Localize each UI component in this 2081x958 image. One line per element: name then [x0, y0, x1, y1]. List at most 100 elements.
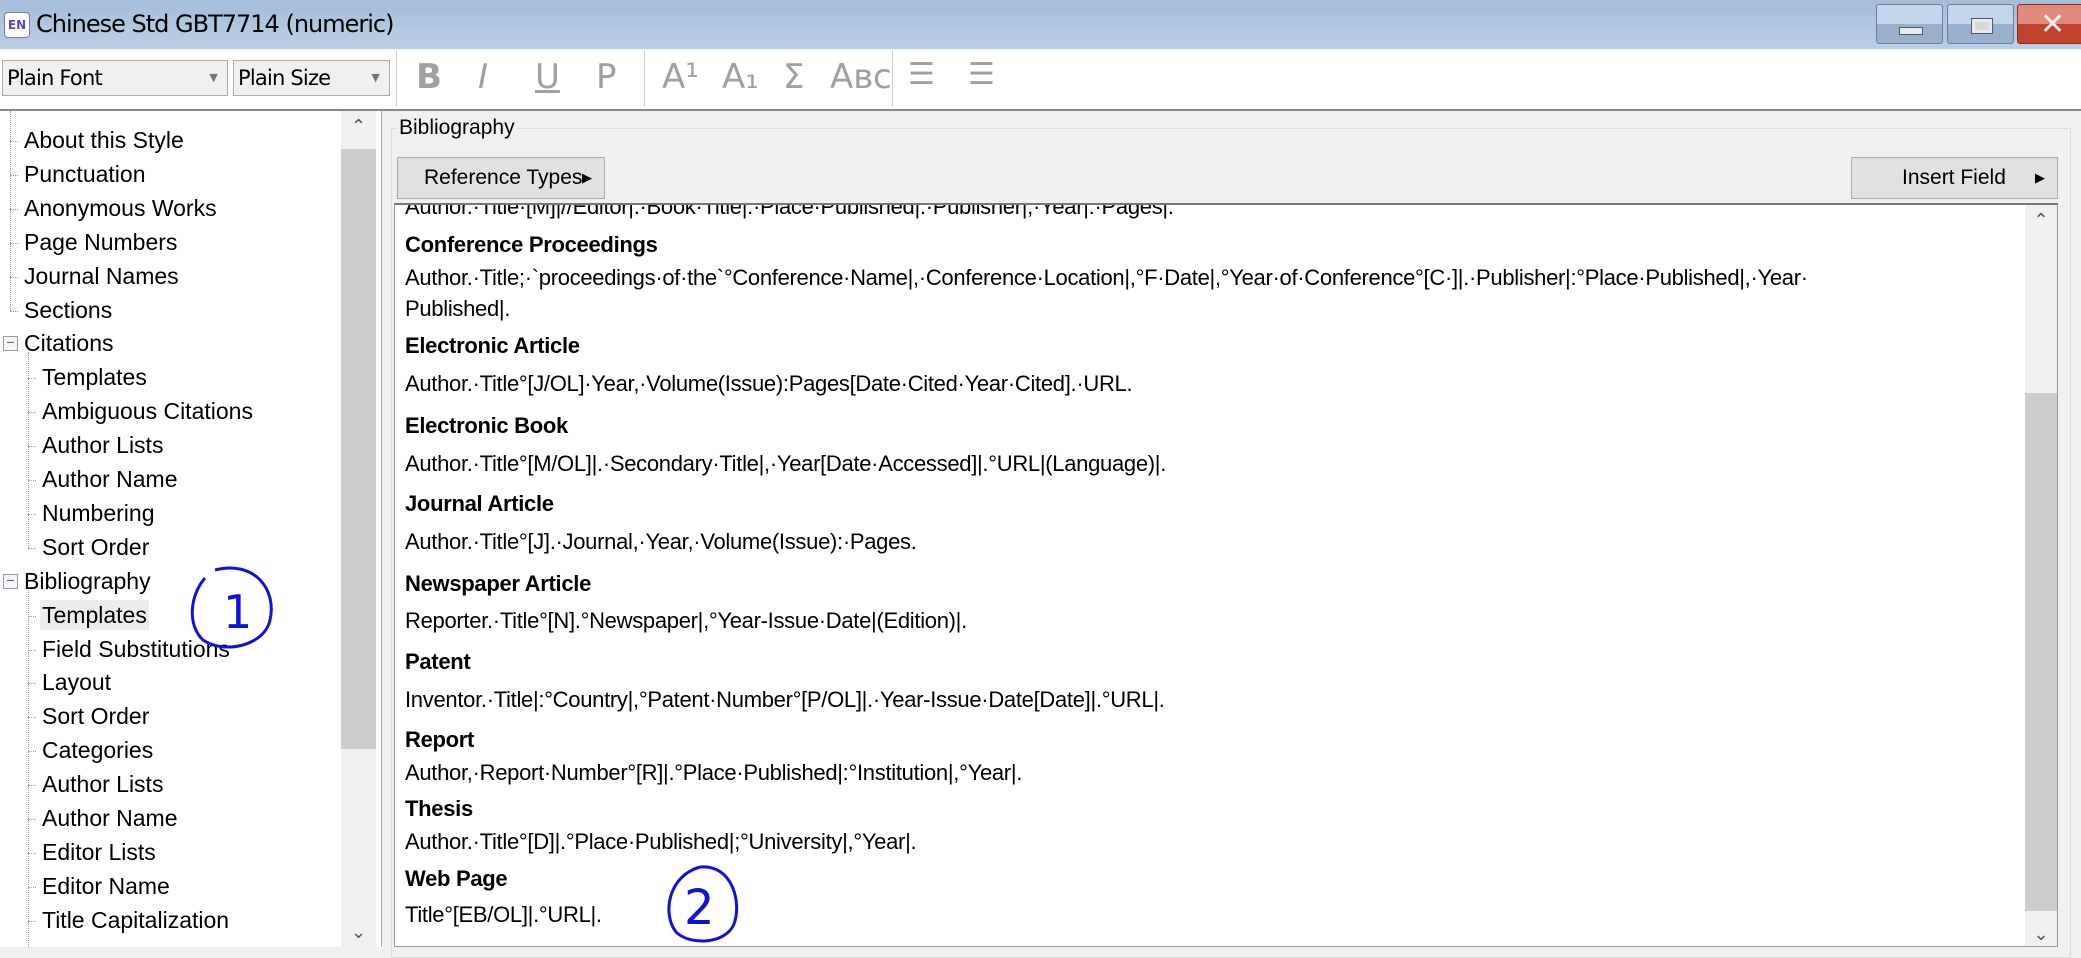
tree-connector: [28, 819, 36, 820]
editor-scrollbar[interactable]: ⌃ ⌄: [2025, 205, 2057, 946]
tree-connector: [28, 480, 36, 481]
bibliography-templates-panel: Bibliography Reference Types ▶ Insert Fie…: [383, 111, 2081, 958]
caret-right-icon: ▶: [582, 170, 592, 185]
font-select[interactable]: Plain Font ▼: [2, 60, 228, 96]
window-title: Chinese Std GBT7714 (numeric): [36, 10, 394, 38]
reference-type-heading: Patent: [405, 649, 471, 674]
tree-connector: [28, 886, 36, 888]
tree-connector: [28, 920, 36, 922]
tree-item-sort-order[interactable]: Sort Order: [40, 532, 151, 562]
close-button[interactable]: ✕: [2017, 4, 2081, 44]
insert-field-button[interactable]: Insert Field ▶: [1851, 157, 2058, 199]
reference-type-heading: Report: [405, 727, 475, 752]
title-bar: EN Chinese Std GBT7714 (numeric) ✕: [0, 0, 2081, 49]
template-line: Reporter.·Title°[N].°Newspaper|,°Year-Is…: [405, 608, 967, 633]
reference-types-button[interactable]: Reference Types ▶: [397, 157, 605, 199]
tree-connector: [28, 649, 36, 651]
tree-item-punctuation[interactable]: Punctuation: [22, 159, 147, 189]
tree-item-author-name[interactable]: Author Name: [40, 803, 180, 833]
superscript-button[interactable]: A¹: [662, 57, 699, 97]
template-line: Author.·Title;·`proceedings·of·the`°Conf…: [405, 265, 1808, 290]
tree-item-author-lists[interactable]: Author Lists: [40, 769, 165, 799]
tree-item-field-substitutions[interactable]: Field Substitutions: [40, 634, 232, 664]
tree-connector: [28, 446, 36, 448]
tree-connector: [28, 785, 36, 787]
tree-item-editor-lists[interactable]: Editor Lists: [40, 837, 158, 867]
tree-item-citations[interactable]: Citations: [22, 328, 115, 358]
font-select-value: Plain Font: [7, 66, 103, 90]
tree-item-sort-order[interactable]: Sort Order: [40, 701, 151, 731]
template-line: Author.·Title°[M/OL]|.·Secondary·Title|,…: [405, 451, 1167, 476]
minimize-button[interactable]: [1876, 4, 1943, 44]
template-line: Title°[EB/OL]|.°URL|.: [405, 902, 602, 927]
symbol-button[interactable]: Σ: [783, 57, 804, 97]
template-line: Author.·Title°[J].·Journal,·Year,·Volume…: [405, 529, 917, 554]
tree-scrollbar[interactable]: ⌃ ⌄: [341, 111, 376, 947]
tree-connector: [28, 378, 36, 380]
reference-type-heading: Electronic Article: [405, 333, 580, 358]
tree-connector: [28, 589, 29, 947]
tree-item-numbering[interactable]: Numbering: [40, 498, 157, 528]
reference-type-heading: Web Page: [405, 866, 508, 891]
template-line: Inventor.·Title|:°Country|,°Patent·Numbe…: [405, 687, 1165, 712]
subscript-button[interactable]: A₁: [722, 57, 759, 97]
underline-button[interactable]: U: [535, 57, 560, 97]
tree-connector: [10, 111, 11, 311]
reference-type-heading: Journal Article: [405, 491, 554, 516]
tree-item-author-name[interactable]: Author Name: [40, 464, 180, 494]
plain-button[interactable]: P: [596, 57, 617, 97]
maximize-button[interactable]: [1947, 4, 2014, 44]
scroll-down-icon[interactable]: ⌄: [2025, 919, 2057, 946]
tree-item-title-capitalization[interactable]: Title Capitalization: [40, 905, 231, 935]
tree-connector: [28, 547, 36, 549]
tree-item-categories[interactable]: Categories: [40, 735, 155, 765]
bold-button[interactable]: B: [416, 57, 442, 97]
tree-item-layout[interactable]: Layout: [40, 667, 113, 697]
template-line: Published|.: [405, 296, 511, 321]
format-toolbar: Plain Font ▼ Plain Size ▼ B I U P A¹ A₁ Σ …: [0, 49, 2081, 111]
tree-item-about-this-style[interactable]: About this Style: [22, 125, 186, 155]
tree-connector: [10, 276, 18, 278]
collapse-icon[interactable]: −: [3, 335, 18, 352]
italic-button[interactable]: I: [478, 57, 488, 97]
reference-types-label: Reference Types: [424, 166, 583, 189]
collapse-icon[interactable]: −: [3, 573, 18, 589]
tree-connector: [28, 412, 36, 414]
scroll-up-icon[interactable]: ⌃: [2025, 205, 2057, 235]
tree-item-anonymous-works[interactable]: Anonymous Works: [22, 193, 219, 223]
group-label: Bibliography: [397, 116, 517, 140]
tree-connector: [28, 751, 36, 753]
tree-connector: [28, 513, 36, 515]
tree-item-ambiguous-citations[interactable]: Ambiguous Citations: [40, 396, 255, 426]
reference-type-heading: Newspaper Article: [405, 571, 592, 596]
tree-scroll-thumb[interactable]: [341, 149, 376, 749]
tree-item-author-lists[interactable]: Author Lists: [40, 430, 165, 460]
tree-item-sections[interactable]: Sections: [22, 295, 114, 325]
close-icon: ✕: [2040, 7, 2066, 42]
template-line: Author.·Title°[D]|.°Place·Published|;°Un…: [405, 829, 917, 854]
caret-right-icon: ▶: [2035, 170, 2045, 185]
editor-scroll-thumb[interactable]: [2025, 393, 2057, 911]
justify-icon[interactable]: ☰: [968, 57, 995, 92]
tree-connector: [10, 310, 18, 312]
template-line: Author.·Title·[M]|//Editor|.·Book·Title|…: [405, 203, 1174, 219]
insert-field-label: Insert Field: [1902, 166, 2006, 189]
tree-item-journal-names[interactable]: Journal Names: [22, 261, 181, 291]
reference-type-heading: Thesis: [405, 796, 473, 821]
size-select-value: Plain Size: [238, 66, 331, 90]
size-select[interactable]: Plain Size ▼: [233, 60, 390, 96]
scroll-up-icon[interactable]: ⌃: [341, 111, 376, 141]
small-caps-button[interactable]: Aʙᴄ: [830, 57, 892, 97]
tree-connector: [10, 174, 18, 176]
tree-item-bibliography[interactable]: Bibliography: [22, 566, 153, 596]
tree-connector: [10, 141, 18, 142]
scroll-down-icon[interactable]: ⌄: [341, 917, 376, 947]
align-left-icon[interactable]: ☰: [908, 57, 935, 92]
tree-connector: [28, 615, 36, 617]
tree-item-templates[interactable]: Templates: [40, 362, 149, 392]
tree-item-editor-name[interactable]: Editor Name: [40, 871, 172, 901]
tree-item-templates[interactable]: Templates: [40, 599, 149, 630]
reference-type-heading: Conference Proceedings: [405, 232, 658, 257]
template-editor[interactable]: Author.·Title·[M]|//Editor|.·Book·Title|…: [394, 203, 2058, 947]
tree-item-page-numbers[interactable]: Page Numbers: [22, 227, 179, 257]
